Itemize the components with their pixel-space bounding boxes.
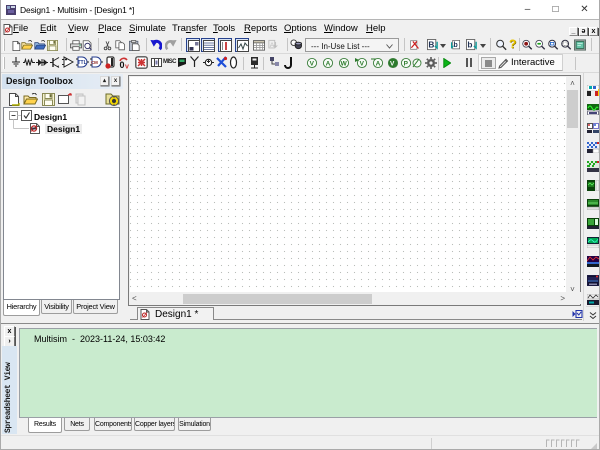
svg-text:CM: CM — [91, 60, 98, 65]
svg-text:v: v — [125, 64, 129, 70]
svg-text:0: 0 — [120, 60, 125, 69]
svg-text:V: V — [310, 60, 315, 67]
svg-text:TTL: TTL — [78, 60, 87, 66]
svg-text:A: A — [326, 60, 331, 67]
svg-text:W: W — [341, 60, 348, 67]
svg-text:b: b — [467, 39, 472, 49]
svg-text:P: P — [404, 60, 409, 67]
svg-text:V: V — [360, 60, 365, 67]
svg-text:B: B — [428, 39, 434, 49]
svg-text:V: V — [390, 60, 395, 67]
svg-text:b: b — [453, 42, 457, 49]
svg-text:A: A — [376, 60, 381, 67]
